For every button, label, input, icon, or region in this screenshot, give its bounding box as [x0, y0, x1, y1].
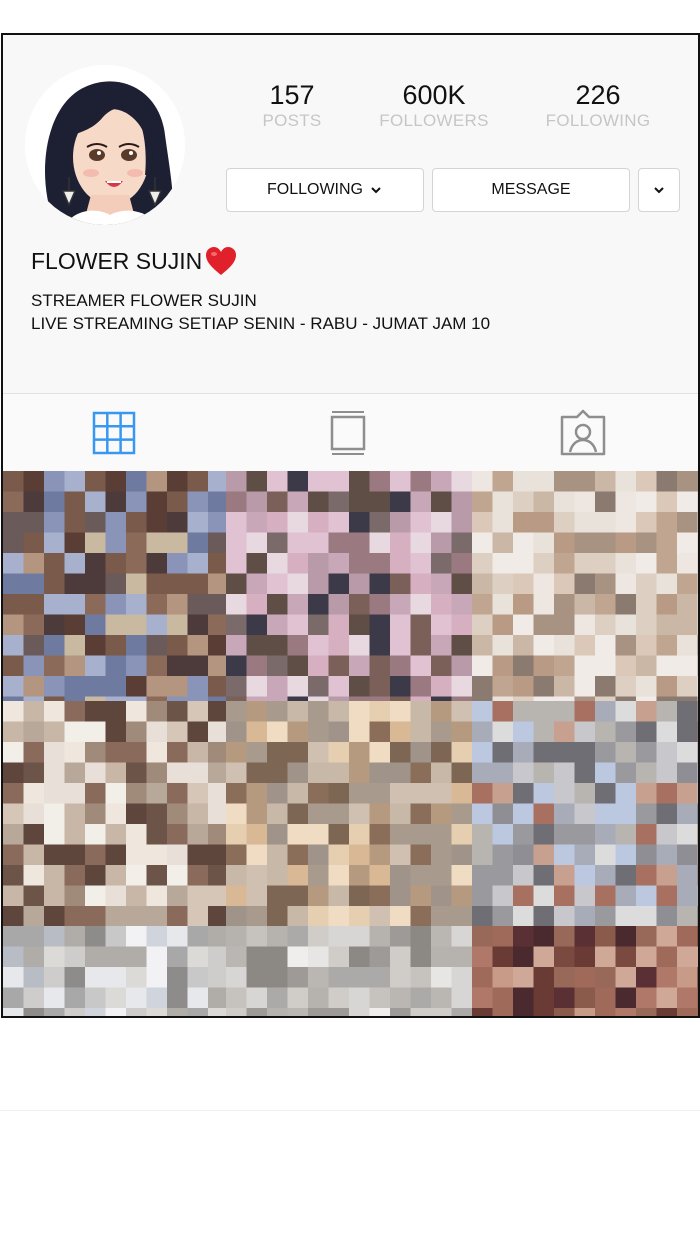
bio-line-2: LIVE STREAMING SETIAP SENIN - RABU - JUM… — [31, 314, 491, 333]
feed-icon — [330, 411, 366, 455]
heart-emoji-icon — [206, 247, 237, 275]
profile-stats: 157 POSTS 600K FOLLOWERS 226 FOLLOWING — [228, 79, 688, 139]
more-options-button[interactable] — [638, 168, 680, 212]
post-thumbnail[interactable] — [472, 926, 698, 1016]
tab-feed[interactable] — [323, 408, 373, 458]
post-grid-svg — [3, 471, 698, 1016]
chevron-down-icon — [371, 187, 381, 194]
post-grid — [3, 471, 698, 1016]
message-button-label: MESSAGE — [491, 181, 571, 198]
profile-avatar[interactable] — [25, 65, 185, 225]
posts-label: POSTS — [262, 111, 322, 130]
tab-tagged[interactable] — [558, 408, 608, 458]
post-thumbnail[interactable] — [226, 926, 472, 1016]
followers-count: 600K — [402, 80, 466, 110]
post-thumbnail[interactable] — [226, 701, 472, 926]
profile-username: FLOWER SUJIN — [31, 248, 203, 274]
posts-count: 157 — [269, 80, 315, 110]
post-thumbnail[interactable] — [3, 926, 226, 1016]
profile-bio: STREAMER FLOWER SUJIN LIVE STREAMING SET… — [31, 289, 490, 335]
following-button[interactable]: FOLLOWING — [226, 168, 424, 212]
bio-line-1: STREAMER FLOWER SUJIN — [31, 291, 257, 310]
message-button[interactable]: MESSAGE — [432, 168, 630, 212]
posts-stat[interactable]: 157 POSTS — [222, 79, 362, 131]
followers-label: FOLLOWERS — [379, 111, 489, 130]
divider — [0, 1110, 700, 1111]
chevron-down-icon — [654, 187, 664, 194]
following-count: 226 — [575, 80, 621, 110]
post-thumbnail[interactable] — [472, 701, 698, 926]
avatar-illustration — [25, 65, 185, 225]
profile-tab-bar — [3, 393, 698, 472]
following-button-label: FOLLOWING — [266, 181, 363, 198]
grid-icon — [92, 411, 136, 455]
post-thumbnail[interactable] — [3, 701, 226, 926]
following-label: FOLLOWING — [545, 111, 651, 130]
tab-grid[interactable] — [89, 408, 139, 458]
profile-screen: 157 POSTS 600K FOLLOWERS 226 FOLLOWING F… — [1, 33, 700, 1018]
followers-stat[interactable]: 600K FOLLOWERS — [364, 79, 504, 131]
following-stat[interactable]: 226 FOLLOWING — [528, 79, 668, 131]
profile-name: FLOWER SUJIN — [31, 245, 238, 277]
post-thumbnail[interactable] — [472, 471, 698, 701]
post-thumbnail[interactable] — [226, 471, 472, 701]
post-thumbnail[interactable] — [3, 471, 226, 701]
tagged-icon — [560, 409, 606, 456]
